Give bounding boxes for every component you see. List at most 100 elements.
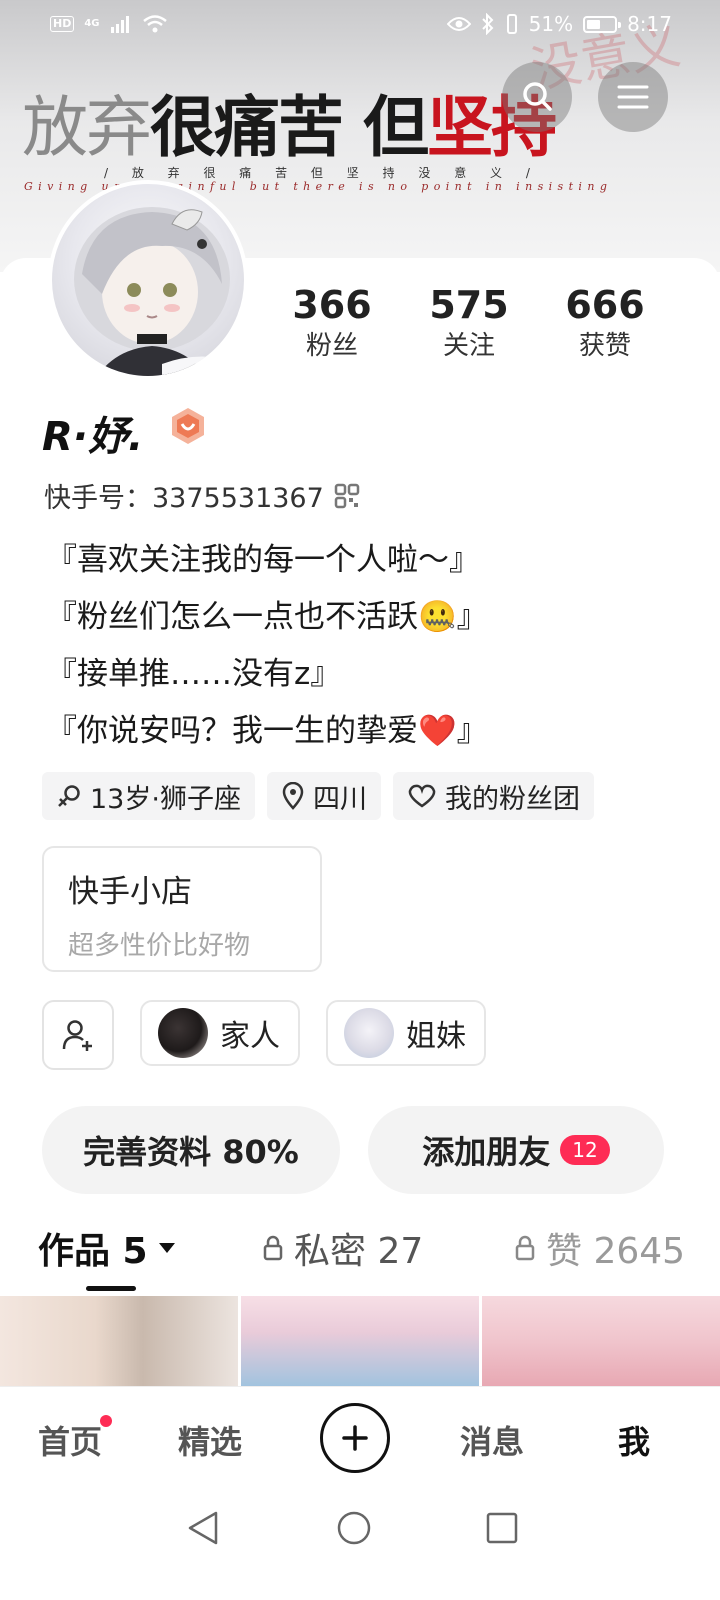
battery-percent: 51%	[528, 12, 574, 36]
add-friends-label: 添加朋友	[422, 1133, 551, 1171]
banner-title-part2: 很痛苦 但	[150, 88, 429, 166]
battery-icon	[583, 15, 622, 33]
work-thumbnail[interactable]	[241, 1296, 479, 1388]
nav-me-label: 我	[618, 1423, 651, 1461]
bottom-nav: 首页 精选 消息 我	[0, 1386, 720, 1490]
stat-fans-count: 366	[292, 283, 372, 327]
recents-icon[interactable]	[486, 1512, 518, 1544]
menu-button[interactable]	[598, 62, 668, 132]
back-icon[interactable]	[186, 1510, 220, 1546]
nav-me[interactable]: 我	[618, 1417, 650, 1463]
content-tabs: 作品 5 私密 27 赞 2645	[0, 1222, 720, 1292]
system-nav-bar	[0, 1490, 720, 1600]
nav-featured-label: 精选	[178, 1423, 243, 1461]
add-friends-count-badge: 12	[560, 1135, 610, 1165]
tab-private-label: 私密 27	[294, 1231, 424, 1272]
stat-following[interactable]: 575 关注	[409, 282, 529, 362]
tag-location[interactable]: 四川	[266, 772, 381, 820]
tab-likes[interactable]: 赞 2645	[514, 1222, 685, 1274]
eye-icon	[446, 17, 471, 31]
tab-works[interactable]: 作品 5	[38, 1222, 176, 1274]
tag-age-zodiac[interactable]: 13岁·狮子座	[42, 772, 255, 820]
vibrate-icon	[506, 14, 517, 34]
stat-fans-label: 粉丝	[305, 331, 358, 361]
caret-down-icon	[158, 1243, 175, 1253]
avatar[interactable]	[48, 180, 248, 380]
network-type: 4G	[84, 18, 100, 29]
add-friends-button[interactable]: 添加朋友 12	[368, 1106, 664, 1194]
qrcode-icon[interactable]	[334, 483, 360, 509]
complete-profile-button[interactable]: 完善资料 80%	[42, 1106, 340, 1194]
female-icon	[58, 785, 80, 807]
shop-title: 快手小店	[68, 874, 192, 910]
stat-likes-label: 获赞	[578, 331, 631, 361]
stat-likes-count: 666	[565, 283, 645, 327]
group-avatar	[158, 1008, 208, 1058]
nav-featured[interactable]: 精选	[178, 1417, 242, 1463]
shop-subtitle: 超多性价比好物	[68, 931, 251, 961]
home-icon[interactable]	[336, 1510, 372, 1546]
clock: 8:17	[627, 12, 672, 36]
profile-tags: 13岁·狮子座 四川 我的粉丝团	[42, 772, 594, 820]
bio-line: 『接单推……没有z』	[46, 656, 342, 692]
profile-actions: 完善资料 80% 添加朋友 12	[42, 1106, 664, 1194]
profile-name: R·妤.	[42, 414, 144, 460]
bio-line: 『喜欢关注我的每一个人啦～』	[46, 542, 480, 578]
status-bar: HD 4G 51% 8:17	[0, 0, 720, 48]
tab-works-label: 作品 5	[38, 1231, 148, 1272]
complete-profile-label: 完善资料 80%	[83, 1133, 299, 1171]
hd-indicator: HD	[50, 16, 75, 32]
groups-row: 家人 姐妹	[42, 1000, 486, 1070]
kuaishou-id: 快手号：3375531367	[44, 483, 324, 514]
banner-subtitle: / 放 弃 很 痛 苦 但 坚 持 没 意 义 /	[104, 166, 540, 180]
search-icon	[523, 82, 552, 111]
banner-title-part1: 放弃	[22, 89, 152, 166]
stat-following-label: 关注	[442, 331, 495, 361]
create-button[interactable]	[320, 1403, 390, 1473]
avatar-image	[74, 207, 242, 376]
tag-fan-club[interactable]: 我的粉丝团	[392, 772, 594, 820]
menu-icon	[617, 85, 649, 109]
group-label: 家人	[220, 1019, 280, 1054]
location-icon	[282, 782, 304, 810]
tag-label: 13岁·狮子座	[90, 783, 241, 815]
group-sisters[interactable]: 姐妹	[326, 1000, 486, 1066]
group-label: 姐妹	[406, 1019, 466, 1054]
nav-messages-label: 消息	[460, 1423, 525, 1461]
nav-home[interactable]: 首页	[38, 1417, 102, 1463]
nav-home-label: 首页	[38, 1423, 103, 1461]
tab-likes-label: 赞 2645	[546, 1231, 686, 1272]
bluetooth-icon	[481, 13, 494, 35]
notification-dot	[100, 1415, 112, 1427]
search-button[interactable]	[502, 62, 572, 132]
kuaishou-shop-card[interactable]: 快手小店 超多性价比好物	[42, 846, 322, 972]
level-badge[interactable]	[168, 406, 208, 446]
stat-fans[interactable]: 366 粉丝	[272, 282, 392, 362]
nav-messages[interactable]: 消息	[460, 1417, 524, 1463]
group-family[interactable]: 家人	[140, 1000, 300, 1066]
active-tab-indicator	[86, 1286, 136, 1291]
works-grid	[0, 1296, 720, 1388]
profile-bio: 『喜欢关注我的每一个人啦～』 『粉丝们怎么一点也不活跃🤐』 『接单推……没有z』…	[46, 532, 488, 760]
group-avatar	[344, 1008, 394, 1058]
stat-following-count: 575	[429, 283, 509, 327]
add-person-icon	[62, 1020, 92, 1051]
lock-icon	[515, 1235, 535, 1261]
lock-icon	[263, 1235, 283, 1261]
bio-line: 『粉丝们怎么一点也不活跃🤐』	[46, 599, 488, 635]
wifi-icon	[142, 15, 167, 33]
tab-private[interactable]: 私密 27	[262, 1222, 423, 1274]
bio-line: 『你说安吗？我一生的挚爱❤️』	[46, 713, 488, 749]
heart-icon	[408, 784, 436, 808]
work-thumbnail[interactable]	[482, 1296, 720, 1388]
plus-icon	[342, 1425, 368, 1451]
add-relation-button[interactable]	[42, 1000, 114, 1070]
signal-icon	[110, 16, 129, 33]
banner-title: 放弃很痛苦 但坚持	[22, 74, 557, 170]
work-thumbnail[interactable]	[0, 1296, 238, 1388]
tag-label: 四川	[312, 783, 367, 815]
tag-label: 我的粉丝团	[444, 783, 580, 815]
stat-likes[interactable]: 666 获赞	[545, 282, 665, 362]
level-badge-icon	[172, 408, 204, 444]
kuaishou-id-row[interactable]: 快手号：3375531367	[44, 476, 360, 515]
